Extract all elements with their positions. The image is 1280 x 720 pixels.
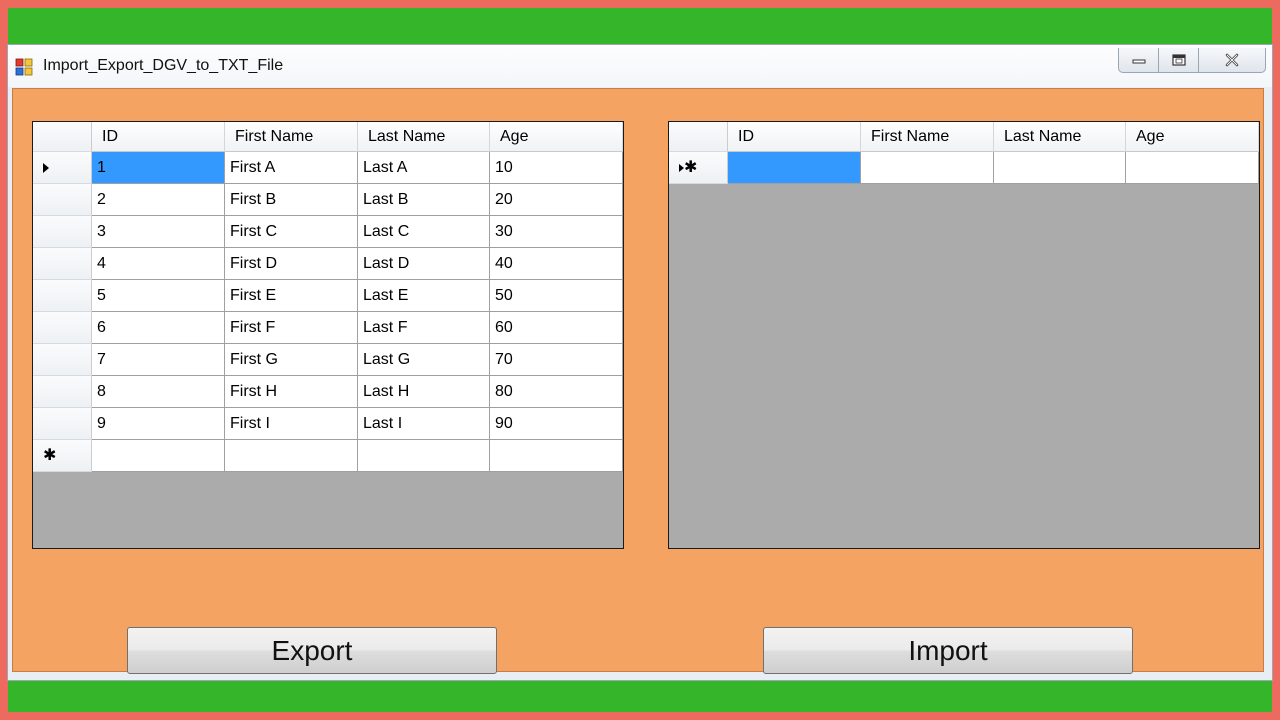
minimize-button[interactable] (1118, 48, 1159, 73)
table-row[interactable]: 5 First E Last E 50 (33, 280, 623, 312)
table-cell[interactable]: First I (225, 408, 358, 440)
table-row[interactable]: 8 First H Last H 80 (33, 376, 623, 408)
row-header[interactable]: ✱ (669, 152, 728, 184)
row-header[interactable] (33, 152, 92, 184)
column-header-id[interactable]: ID (92, 122, 225, 152)
new-row[interactable]: ✱ (669, 152, 1259, 184)
grid-corner-header[interactable] (669, 122, 728, 152)
table-cell[interactable] (490, 440, 623, 472)
table-cell[interactable]: 2 (92, 184, 225, 216)
row-header[interactable] (33, 408, 92, 440)
bottom-green-band (8, 681, 1272, 712)
close-button[interactable] (1199, 48, 1266, 73)
table-cell[interactable]: 50 (490, 280, 623, 312)
table-row[interactable]: 4 First D Last D 40 (33, 248, 623, 280)
column-header-first-name[interactable]: First Name (861, 122, 994, 152)
import-data-grid[interactable]: ID First Name Last Name Age ✱ (668, 121, 1260, 549)
grid-header-row: ID First Name Last Name Age (669, 122, 1259, 152)
row-header[interactable]: ✱ (33, 440, 92, 472)
table-cell[interactable]: Last A (358, 152, 490, 184)
column-header-last-name[interactable]: Last Name (994, 122, 1126, 152)
table-cell[interactable]: 1 (92, 152, 225, 184)
table-cell[interactable]: 10 (490, 152, 623, 184)
table-cell[interactable] (225, 440, 358, 472)
row-header[interactable] (33, 312, 92, 344)
table-cell[interactable]: 60 (490, 312, 623, 344)
table-cell[interactable]: 80 (490, 376, 623, 408)
table-cell[interactable]: Last D (358, 248, 490, 280)
table-cell[interactable]: First D (225, 248, 358, 280)
table-row[interactable]: 9 First I Last I 90 (33, 408, 623, 440)
export-button[interactable]: Export (127, 627, 497, 674)
table-cell[interactable]: Last E (358, 280, 490, 312)
table-cell[interactable]: 4 (92, 248, 225, 280)
table-cell[interactable]: 7 (92, 344, 225, 376)
table-cell[interactable]: Last G (358, 344, 490, 376)
table-cell[interactable]: Last B (358, 184, 490, 216)
table-cell[interactable]: 30 (490, 216, 623, 248)
table-cell[interactable] (728, 152, 861, 184)
row-header[interactable] (33, 248, 92, 280)
app-window: Import_Export_DGV_to_TXT_File ID First N… (7, 44, 1273, 681)
grid-corner-header[interactable] (33, 122, 92, 152)
table-cell[interactable]: First G (225, 344, 358, 376)
title-bar[interactable]: Import_Export_DGV_to_TXT_File (8, 45, 1272, 87)
table-cell[interactable]: 5 (92, 280, 225, 312)
table-row[interactable]: 1 First A Last A 10 (33, 152, 623, 184)
table-row[interactable]: 2 First B Last B 20 (33, 184, 623, 216)
table-cell[interactable] (92, 440, 225, 472)
table-cell[interactable] (358, 440, 490, 472)
row-header[interactable] (33, 216, 92, 248)
table-cell[interactable]: 40 (490, 248, 623, 280)
table-cell[interactable]: 9 (92, 408, 225, 440)
table-cell[interactable] (1126, 152, 1259, 184)
table-row[interactable]: 7 First G Last G 70 (33, 344, 623, 376)
column-header-age[interactable]: Age (1126, 122, 1259, 152)
row-header[interactable] (33, 344, 92, 376)
close-icon (1225, 53, 1239, 67)
table-cell[interactable]: Last C (358, 216, 490, 248)
column-header-first-name[interactable]: First Name (225, 122, 358, 152)
new-row-asterisk-icon: ✱ (43, 446, 57, 464)
form-client-area: ID First Name Last Name Age 1 First A Last… (12, 88, 1264, 674)
app-icon (15, 58, 33, 76)
table-cell[interactable]: 6 (92, 312, 225, 344)
table-cell[interactable]: 20 (490, 184, 623, 216)
row-header[interactable] (33, 184, 92, 216)
export-data-grid[interactable]: ID First Name Last Name Age 1 First A Last… (32, 121, 624, 549)
table-cell[interactable]: 8 (92, 376, 225, 408)
grid-header-row: ID First Name Last Name Age (33, 122, 623, 152)
table-cell[interactable]: First C (225, 216, 358, 248)
row-pointer-icon (43, 162, 49, 173)
table-cell[interactable]: First E (225, 280, 358, 312)
column-header-last-name[interactable]: Last Name (358, 122, 490, 152)
table-cell[interactable]: First B (225, 184, 358, 216)
table-cell[interactable]: Last F (358, 312, 490, 344)
table-row[interactable]: 3 First C Last C 30 (33, 216, 623, 248)
top-green-band (8, 8, 1272, 44)
table-cell[interactable]: First H (225, 376, 358, 408)
window-title: Import_Export_DGV_to_TXT_File (43, 57, 284, 74)
table-cell[interactable]: First A (225, 152, 358, 184)
column-header-id[interactable]: ID (728, 122, 861, 152)
maximize-button[interactable] (1159, 48, 1199, 73)
table-cell[interactable] (994, 152, 1126, 184)
column-header-age[interactable]: Age (490, 122, 623, 152)
new-row[interactable]: ✱ (33, 440, 623, 472)
minimize-icon (1132, 59, 1145, 64)
row-header[interactable] (33, 376, 92, 408)
table-cell[interactable]: First F (225, 312, 358, 344)
table-cell[interactable] (861, 152, 994, 184)
table-row[interactable]: 6 First F Last F 60 (33, 312, 623, 344)
table-cell[interactable]: 3 (92, 216, 225, 248)
row-header[interactable] (33, 280, 92, 312)
new-row-asterisk-icon: ✱ (684, 158, 698, 176)
table-cell[interactable]: Last I (358, 408, 490, 440)
maximize-icon (1171, 54, 1186, 66)
table-cell[interactable]: 70 (490, 344, 623, 376)
import-button[interactable]: Import (763, 627, 1133, 674)
table-cell[interactable]: 90 (490, 408, 623, 440)
table-cell[interactable]: Last H (358, 376, 490, 408)
